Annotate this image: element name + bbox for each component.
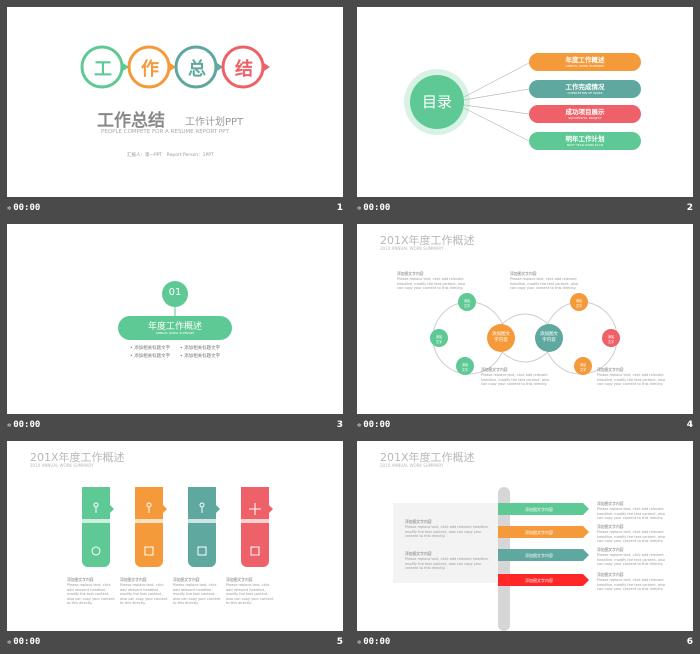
timing-icon: ✲: [7, 421, 12, 429]
cover-reporter: 汇报人：第一PPT Report Person：1PPT: [127, 153, 214, 158]
card-text-4: 添加图文字内容 Please replace text, click add re…: [226, 577, 274, 605]
node-label-1: 添加 文字: [463, 299, 471, 308]
bullet-2: • 添加相关标题文字: [180, 346, 221, 351]
slide-meta: ✲ 00:00 5: [7, 634, 343, 654]
circle-char-3: 总: [188, 59, 206, 80]
circle-char-2: 作: [141, 59, 159, 80]
text-block-3: 添加图文字内容 Please replace text, click add re…: [481, 367, 549, 386]
timing-icon: ✲: [357, 204, 362, 212]
slide-number: 6: [686, 637, 693, 647]
slide-timing: ✲ 00:00: [7, 420, 41, 430]
toc-label: 目录: [421, 93, 452, 111]
slide-meta: ✲ 00:00 6: [357, 634, 693, 654]
arrow-label-3: 添加图文字内容: [525, 553, 553, 558]
right-text-3: 添加图文字内容 Please replace text, click add re…: [597, 547, 665, 566]
slide-number: 5: [336, 637, 343, 647]
slide-canvas: 工 作 总 结 工作总结 工作计划PPT PEOPLE COMPETE FOR …: [7, 7, 343, 197]
slide-thumbnail-4[interactable]: 201X年度工作概述 201X ANNUAL WORK SUMMARY 添加图文…: [357, 224, 693, 437]
slide-timing: ✲ 00:00: [357, 637, 391, 647]
arrow-label-2: 添加图文字内容: [525, 530, 553, 535]
toc-item-3: 成功项目展示 SUCCESSFUL PROJECT: [565, 108, 605, 120]
circle-char-4: 结: [235, 59, 253, 80]
right-text-1: 添加图文字内容 Please replace text, click add re…: [597, 501, 665, 520]
slide-canvas: 201X年度工作概述 201X ANNUAL WORK SUMMARY 添加图文…: [357, 224, 693, 414]
center-label-left: 添加图文 字内容: [492, 332, 510, 343]
circle-char-1: 工: [94, 59, 112, 80]
bullet-1: • 添加相关标题文字: [130, 346, 171, 351]
bullet-4: • 添加相关标题文字: [180, 354, 221, 359]
slide-number: 4: [686, 420, 693, 430]
node-label-3: 添加 文字: [461, 363, 469, 372]
slide-thumbnail-3[interactable]: 01 年度工作概述 ANNUAL WORK SUMMARY • 添加相关标题文字…: [7, 224, 343, 437]
bullet-3: • 添加相关标题文字: [130, 354, 171, 359]
slide-timing: ✲ 00:00: [357, 203, 391, 213]
toc-item-1: 年度工作概述 ANNUAL WORK SUMMARY: [565, 56, 605, 68]
slide-number: 1: [336, 203, 343, 213]
toc-graphic: [404, 53, 641, 150]
arrow-label-1: 添加图文字内容: [525, 507, 553, 512]
cover-title: 工作总结: [97, 111, 165, 131]
slide-timing: ✲ 00:00: [7, 203, 41, 213]
left-text-2: 添加图文字内容 Please replace text, click add re…: [405, 551, 490, 570]
slide-number: 3: [336, 420, 343, 430]
slide-number: 2: [686, 203, 693, 213]
slide-canvas: 201X年度工作概述 201X ANNUAL WORK SUMMARY 添加图文…: [357, 441, 693, 631]
text-block-2: 添加图文字内容 Please replace text, click add re…: [510, 271, 578, 290]
slide-canvas: 目录 年度工作概述 ANNUAL WORK SUMMARY 工作完成情况 COM…: [357, 7, 693, 197]
slide-meta: ✲ 00:00 1: [7, 200, 343, 220]
slide-timing: ✲ 00:00: [7, 637, 41, 647]
slide-thumbnail-5[interactable]: 201X年度工作概述 201X ANNUAL WORK SUMMARY 添加图文…: [7, 441, 343, 648]
slide-thumbnail-6[interactable]: 201X年度工作概述 201X ANNUAL WORK SUMMARY 添加图文…: [357, 441, 693, 648]
card-text-2: 添加图文字内容 Please replace text, click add re…: [120, 577, 168, 605]
timing-icon: ✲: [357, 421, 362, 429]
card-text-1: 添加图文字内容 Please replace text, click add re…: [67, 577, 115, 605]
node-label-6: 添加 文字: [579, 363, 587, 372]
text-block-1: 添加图文字内容 Please replace text, click add re…: [397, 271, 465, 290]
slide-meta: ✲ 00:00 4: [357, 417, 693, 437]
slide-meta: ✲ 00:00 2: [357, 200, 693, 220]
slide-timing: ✲ 00:00: [357, 420, 391, 430]
arrow-label-4: 添加图文字内容: [525, 578, 553, 583]
slide-meta: ✲ 00:00 3: [7, 417, 343, 437]
timing-icon: ✲: [357, 638, 362, 646]
node-label-4: 添加 文字: [575, 299, 583, 308]
card-text-3: 添加图文字内容 Please replace text, click add re…: [173, 577, 221, 605]
cover-subtitle: PEOPLE COMPETE FOR A RESUME REPORT PPT: [101, 129, 229, 135]
slide-canvas: 201X年度工作概述 201X ANNUAL WORK SUMMARY 添加图文…: [7, 441, 343, 631]
node-label-5: 添加 文字: [607, 335, 615, 344]
center-label-right: 添加图文 字内容: [540, 332, 558, 343]
slide-thumbnail-2[interactable]: 目录 年度工作概述 ANNUAL WORK SUMMARY 工作完成情况 COM…: [357, 7, 693, 220]
section-subtitle: ANNUAL WORK SUMMARY: [155, 331, 195, 335]
toc-item-2: 工作完成情况 COMPLETION OF WORK: [565, 83, 605, 95]
node-label-2: 添加 文字: [435, 335, 443, 344]
right-text-4: 添加图文字内容 Please replace text, click add re…: [597, 572, 665, 591]
slide-canvas: 01 年度工作概述 ANNUAL WORK SUMMARY • 添加相关标题文字…: [7, 224, 343, 414]
cover-title-side: 工作计划PPT: [185, 117, 244, 128]
timing-icon: ✲: [7, 204, 12, 212]
timing-icon: ✲: [7, 638, 12, 646]
left-text-1: 添加图文字内容 Please replace text, click add re…: [405, 519, 490, 538]
toc-item-4: 明年工作计划 NEXT YEAR WORK PLAN: [565, 135, 605, 147]
right-text-2: 添加图文字内容 Please replace text, click add re…: [597, 524, 665, 543]
section-number: 01: [168, 287, 182, 298]
slide-thumbnail-1[interactable]: 工 作 总 结 工作总结 工作计划PPT PEOPLE COMPETE FOR …: [7, 7, 343, 220]
text-block-4: 添加图文字内容 Please replace text, click add re…: [597, 367, 665, 386]
